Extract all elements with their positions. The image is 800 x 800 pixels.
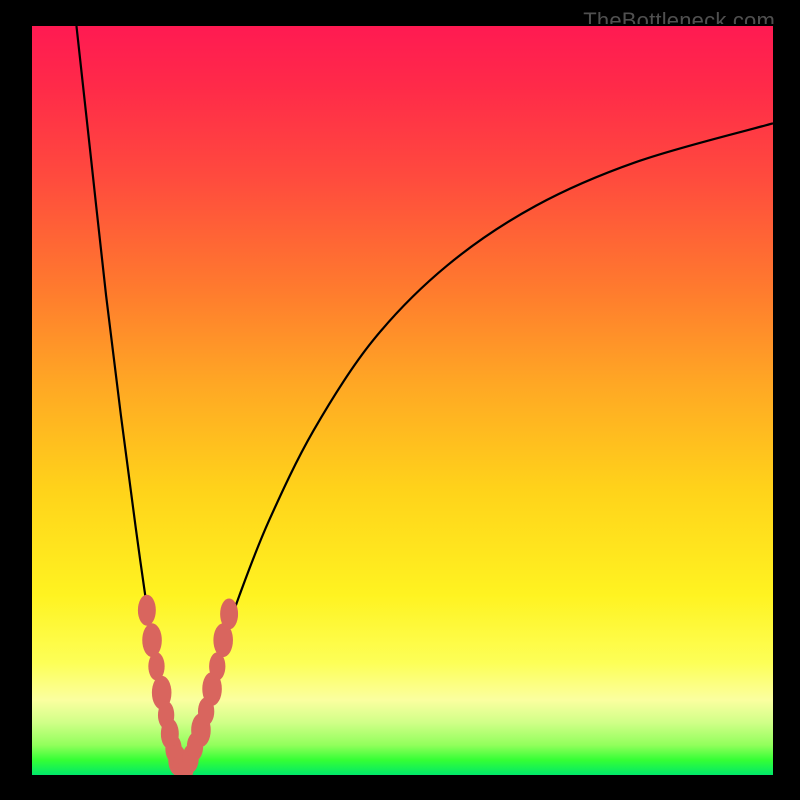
chart-frame <box>30 24 775 777</box>
curve-right-branch <box>180 123 773 775</box>
chart-svg <box>32 26 773 775</box>
data-point-marker <box>138 595 156 626</box>
data-point-marker <box>142 623 162 657</box>
chart-gradient-background <box>32 26 773 775</box>
data-point-markers <box>138 595 238 775</box>
curve-left-branch <box>76 26 180 775</box>
data-point-marker <box>220 598 238 629</box>
